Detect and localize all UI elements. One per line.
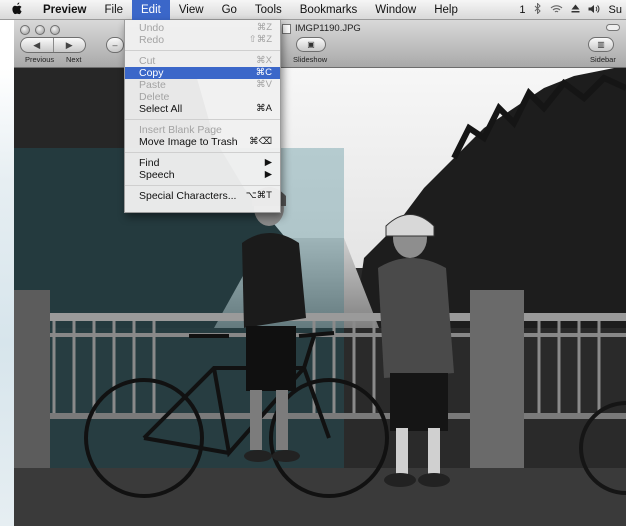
- document-title-text: IMGP1190.JPG: [295, 23, 361, 34]
- menu-tools[interactable]: Tools: [246, 0, 291, 20]
- bridge-photo: [14, 68, 626, 526]
- menu-item-redo: Redo ⇧⌘Z: [139, 34, 272, 46]
- close-window-button[interactable]: [20, 25, 30, 35]
- menu-file[interactable]: File: [95, 0, 132, 20]
- previous-label: Previous: [25, 55, 55, 64]
- submenu-arrow-icon: ▶: [264, 169, 272, 180]
- menu-item-paste: Paste ⌘V: [139, 79, 272, 91]
- menu-clock-text[interactable]: Su: [609, 4, 622, 16]
- menu-help[interactable]: Help: [425, 0, 467, 20]
- menu-separator: [125, 152, 280, 153]
- menu-item-special-characters[interactable]: Special Characters... ⌥⌘T: [125, 190, 280, 202]
- menu-item-delete: Delete: [139, 91, 170, 103]
- toolbar-toggle-button[interactable]: [606, 24, 620, 31]
- menu-item-cut: Cut ⌘X: [139, 55, 272, 67]
- zoom-out-button[interactable]: –: [106, 37, 124, 53]
- display-number[interactable]: 1: [519, 4, 525, 16]
- eject-icon[interactable]: [571, 4, 580, 16]
- wifi-icon[interactable]: [550, 4, 563, 17]
- menu-item-find[interactable]: Find ▶: [125, 157, 280, 169]
- edit-menu-dropdown: Undo ⌘Z Redo ⇧⌘Z Cut ⌘X Copy ⌘C Paste ⌘V Dele…: [124, 20, 281, 213]
- menu-bar: Preview File Edit View Go Tools Bookmark…: [0, 0, 626, 20]
- menu-item-undo: Undo ⌘Z: [139, 22, 272, 34]
- menu-item-select-all[interactable]: Select All ⌘A: [125, 103, 280, 115]
- sidebar-button[interactable]: ▥: [588, 37, 614, 52]
- previous-next-control: ◀ ▶: [20, 37, 86, 53]
- menu-edit[interactable]: Edit: [132, 0, 170, 20]
- window-toolbar: ◀ ▶ Previous Next – IMGP1190.JPG ▣ Slide…: [14, 20, 626, 68]
- menu-item-copy[interactable]: Copy ⌘C: [125, 67, 280, 79]
- sidebar-label: Sidebar: [590, 55, 616, 64]
- menu-item-insert-blank-page: Insert Blank Page: [139, 124, 222, 136]
- menu-item-move-image-to-trash[interactable]: Move Image to Trash ⌘⌫: [125, 136, 280, 148]
- menu-separator: [125, 119, 280, 120]
- minimize-window-button[interactable]: [35, 25, 45, 35]
- menu-separator: [125, 185, 280, 186]
- next-label: Next: [66, 55, 82, 64]
- submenu-arrow-icon: ▶: [264, 157, 272, 168]
- background-tint-strip: [0, 68, 14, 526]
- slideshow-label: Slideshow: [293, 55, 328, 64]
- bluetooth-icon[interactable]: [534, 2, 542, 17]
- photo-canvas[interactable]: [14, 68, 626, 526]
- document-icon: [282, 23, 291, 34]
- menu-preview[interactable]: Preview: [34, 0, 95, 20]
- railing-top-bar: [14, 313, 626, 321]
- document-title: IMGP1190.JPG: [282, 23, 361, 34]
- menu-bookmarks[interactable]: Bookmarks: [291, 0, 367, 20]
- window-controls: [20, 25, 60, 35]
- menu-window[interactable]: Window: [366, 0, 425, 20]
- menu-go[interactable]: Go: [213, 0, 246, 20]
- previous-button[interactable]: ◀: [21, 38, 53, 52]
- menu-item-speech[interactable]: Speech ▶: [125, 169, 280, 181]
- volume-icon[interactable]: [588, 4, 601, 17]
- menu-extras: 1 Su: [519, 0, 626, 20]
- menu-view[interactable]: View: [170, 0, 213, 20]
- apple-menu-icon[interactable]: [0, 2, 34, 18]
- menu-separator: [125, 50, 280, 51]
- slideshow-button[interactable]: ▣: [296, 37, 326, 52]
- next-button[interactable]: ▶: [52, 38, 86, 52]
- zoom-window-button[interactable]: [50, 25, 60, 35]
